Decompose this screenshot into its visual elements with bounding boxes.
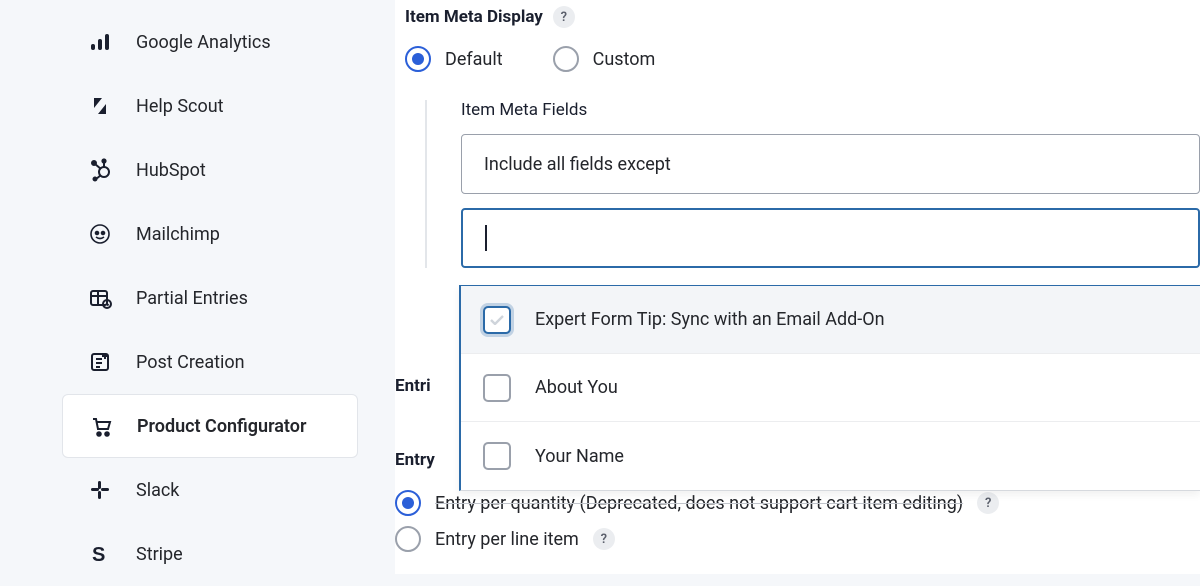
sidebar-item-partial-entries[interactable]: Partial Entries	[0, 266, 370, 330]
radio-label: Default	[445, 49, 503, 70]
label-text: Item Meta Display	[405, 7, 543, 27]
checkbox-icon[interactable]	[483, 306, 511, 334]
item-meta-fields-label: Item Meta Fields	[461, 100, 1200, 120]
sidebar-item-label: Google Analytics	[136, 32, 271, 53]
item-meta-display-radios: Default Custom	[405, 46, 1200, 72]
sidebar-item-label: HubSpot	[136, 160, 206, 181]
help-icon[interactable]: ?	[593, 528, 615, 550]
dropdown-option[interactable]: Your Name	[461, 422, 1200, 490]
radio-entry-per-line-item[interactable]: Entry per line item ?	[395, 526, 1200, 552]
option-label: About You	[535, 377, 618, 398]
meta-fields-mode-select[interactable]: Include all fields except	[461, 134, 1200, 194]
cart-icon	[89, 414, 119, 438]
hubspot-icon	[88, 158, 118, 182]
radio-circle-icon	[395, 526, 421, 552]
checkbox-icon[interactable]	[483, 374, 511, 402]
radio-entry-per-quantity[interactable]: Entry per quantity (Deprecated, does not…	[395, 490, 1200, 516]
sidebar-item-slack[interactable]: Slack	[0, 458, 370, 522]
sidebar-item-hubspot[interactable]: HubSpot	[0, 138, 370, 202]
radio-circle-icon	[553, 46, 579, 72]
text-cursor-icon	[485, 225, 487, 251]
sidebar-item-stripe[interactable]: S Stripe	[0, 522, 370, 586]
sidebar-item-post-creation[interactable]: Post Creation	[0, 330, 370, 394]
item-meta-display-label: Item Meta Display ?	[405, 6, 575, 28]
partial-entries-icon	[88, 286, 118, 310]
radio-label: Custom	[593, 49, 656, 70]
sidebar-item-product-configurator[interactable]: Product Configurator	[62, 394, 358, 458]
radio-custom[interactable]: Custom	[553, 46, 656, 72]
radio-default[interactable]: Default	[405, 46, 503, 72]
sidebar-item-label: Partial Entries	[136, 288, 248, 309]
dropdown-option[interactable]: Expert Form Tip: Sync with an Email Add-…	[461, 286, 1200, 354]
radio-circle-icon	[405, 46, 431, 72]
sidebar-item-label: Slack	[136, 480, 179, 501]
meta-fields-dropdown[interactable]: Expert Form Tip: Sync with an Email Add-…	[459, 285, 1200, 491]
sidebar-item-mailchimp[interactable]: Mailchimp	[0, 202, 370, 266]
sidebar-item-label: Mailchimp	[136, 224, 220, 245]
analytics-icon	[88, 30, 118, 54]
sidebar-item-help-scout[interactable]: Help Scout	[0, 74, 370, 138]
item-meta-fields-block: Item Meta Fields Include all fields exce…	[425, 100, 1200, 268]
sidebar-item-label: Product Configurator	[137, 416, 306, 437]
stripe-icon: S	[88, 542, 118, 566]
sidebar: Google Analytics Help Scout HubSpot Mail…	[0, 0, 370, 574]
checkbox-icon[interactable]	[483, 442, 511, 470]
entry-creation-radios: Entry per quantity (Deprecated, does not…	[395, 490, 1200, 552]
option-label: Expert Form Tip: Sync with an Email Add-…	[535, 309, 885, 330]
mailchimp-icon	[88, 222, 118, 246]
help-icon[interactable]: ?	[977, 492, 999, 514]
svg-text:S: S	[92, 544, 105, 566]
sidebar-item-google-analytics[interactable]: Google Analytics	[0, 10, 370, 74]
option-label: Your Name	[535, 446, 624, 467]
entry-creation-label-partial: Entry	[395, 450, 435, 470]
dropdown-option[interactable]: About You	[461, 354, 1200, 422]
post-creation-icon	[88, 350, 118, 374]
select-value: Include all fields except	[484, 154, 671, 175]
sidebar-item-label: Help Scout	[136, 96, 224, 117]
entries-section-label-partial: Entri	[395, 376, 431, 396]
radio-label: Entry per line item	[435, 529, 579, 550]
helpscout-icon	[88, 94, 118, 118]
help-icon[interactable]: ?	[553, 6, 575, 28]
radio-label: Entry per quantity (Deprecated, does not…	[435, 493, 963, 514]
slack-icon	[88, 478, 118, 502]
sidebar-item-label: Post Creation	[136, 352, 245, 373]
sidebar-item-label: Stripe	[136, 544, 183, 565]
meta-fields-multiselect-input[interactable]	[461, 208, 1200, 268]
radio-circle-icon	[395, 490, 421, 516]
